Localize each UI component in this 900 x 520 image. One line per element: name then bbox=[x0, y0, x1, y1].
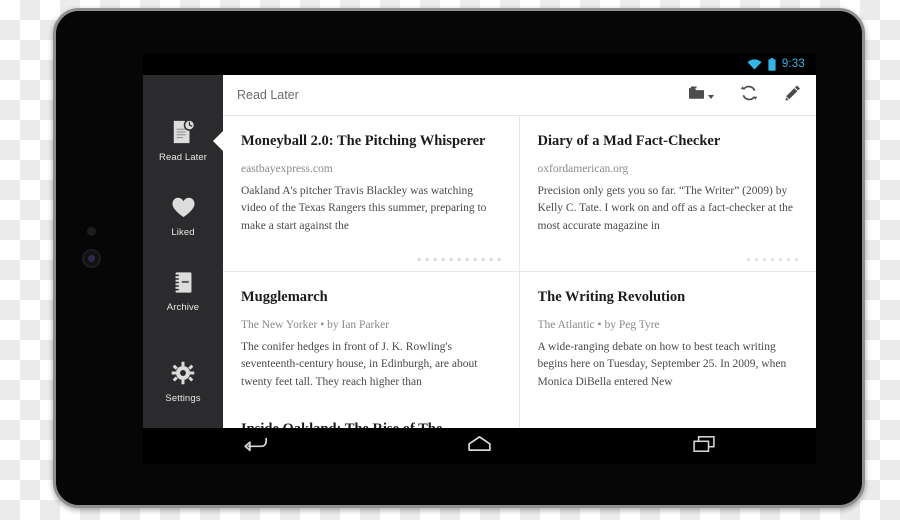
article-title: Moneyball 2.0: The Pitching Whisperer bbox=[241, 133, 486, 149]
article-source: The New Yorker • by Ian Parker bbox=[241, 318, 390, 331]
sidebar-item-label: Settings bbox=[165, 393, 201, 404]
pencil-icon bbox=[784, 84, 802, 107]
article-card[interactable] bbox=[520, 414, 817, 428]
article-source: The Atlantic • by Peg Tyre bbox=[537, 318, 660, 331]
folder-icon bbox=[688, 85, 705, 105]
chevron-down-icon bbox=[708, 94, 714, 99]
article-card[interactable]: Mugglemarch The New Yorker • by Ian Park… bbox=[223, 272, 520, 428]
tablet-device: 9:33 Read Later Liked Archive Settings R… bbox=[53, 8, 865, 508]
gear-icon bbox=[170, 359, 196, 387]
battery-icon bbox=[768, 57, 776, 71]
article-source: oxfordamerican.org bbox=[537, 162, 629, 175]
article-grid-next-row: Inside Oakland: The Rise of The... bbox=[223, 414, 816, 428]
sidebar-item-liked[interactable]: Liked bbox=[143, 183, 223, 248]
notebook-icon bbox=[170, 268, 196, 296]
sidebar-item-archive[interactable]: Archive bbox=[143, 258, 223, 323]
sidebar-item-label: Read Later bbox=[158, 152, 207, 163]
content-area: Read Later Moneyball 2.0: The Pitching W… bbox=[223, 75, 816, 428]
sidebar-item-label: Liked bbox=[171, 227, 195, 238]
length-dot bbox=[497, 257, 501, 261]
front-camera-icon bbox=[82, 249, 101, 268]
proximity-sensor-icon bbox=[87, 227, 96, 236]
length-dot bbox=[425, 257, 429, 261]
app-screen: Read Later Liked Archive Settings Read L… bbox=[143, 75, 816, 428]
home-button[interactable] bbox=[449, 431, 509, 461]
app-toolbar: Read Later bbox=[223, 75, 816, 116]
article-title: Mugglemarch bbox=[241, 289, 328, 305]
length-dot bbox=[762, 257, 766, 261]
article-title: The Writing Revolution bbox=[537, 289, 686, 305]
length-dot bbox=[778, 257, 782, 261]
sidebar: Read Later Liked Archive Settings bbox=[143, 75, 224, 428]
document-clock-icon bbox=[170, 118, 196, 146]
length-dot bbox=[449, 257, 453, 261]
wifi-icon bbox=[747, 58, 762, 70]
status-clock: 9:33 bbox=[781, 58, 805, 70]
article-card[interactable]: The Writing Revolution The Atlantic • by… bbox=[519, 272, 816, 428]
length-dot bbox=[465, 257, 469, 261]
toolbar-actions bbox=[688, 84, 802, 107]
length-dot bbox=[489, 257, 493, 261]
back-button[interactable] bbox=[225, 431, 285, 461]
folder-dropdown-button[interactable] bbox=[688, 85, 714, 105]
length-dot bbox=[481, 257, 485, 261]
article-excerpt: Oakland A's pitcher Travis Blackley was … bbox=[241, 184, 487, 232]
edit-button[interactable] bbox=[784, 84, 802, 107]
length-dot bbox=[794, 257, 798, 261]
article-title: Inside Oakland: The Rise of The... bbox=[241, 421, 519, 428]
article-excerpt: A wide-ranging debate on how to best tea… bbox=[537, 340, 787, 388]
back-arrow-icon bbox=[242, 434, 268, 458]
refresh-icon bbox=[740, 84, 758, 107]
page-title: Read Later bbox=[237, 88, 299, 102]
length-dot bbox=[770, 257, 774, 261]
article-length-dots bbox=[241, 252, 501, 264]
android-status-bar: 9:33 bbox=[143, 53, 816, 75]
sync-button[interactable] bbox=[740, 84, 758, 107]
length-dot bbox=[417, 257, 421, 261]
length-dot bbox=[746, 257, 750, 261]
article-card[interactable]: Inside Oakland: The Rise of The... bbox=[223, 414, 520, 428]
heart-icon bbox=[170, 193, 196, 221]
article-excerpt: Precision only gets you so far. “The Wri… bbox=[537, 184, 794, 232]
length-dot bbox=[786, 257, 790, 261]
article-length-dots bbox=[538, 252, 798, 264]
sidebar-item-settings[interactable]: Settings bbox=[143, 349, 223, 414]
article-title: Diary of a Mad Fact-Checker bbox=[537, 133, 721, 149]
length-dot bbox=[754, 257, 758, 261]
article-card[interactable]: Moneyball 2.0: The Pitching Whisperer ea… bbox=[223, 116, 520, 272]
article-excerpt: The conifer hedges in front of J. K. Row… bbox=[241, 340, 478, 388]
article-source: eastbayexpress.com bbox=[241, 162, 333, 175]
length-dot bbox=[473, 257, 477, 261]
sidebar-item-read-later[interactable]: Read Later bbox=[143, 108, 224, 173]
recent-apps-icon bbox=[692, 435, 716, 458]
sidebar-item-label: Archive bbox=[166, 302, 200, 313]
length-dot bbox=[441, 257, 445, 261]
length-dot bbox=[457, 257, 461, 261]
android-navigation-bar bbox=[143, 428, 816, 464]
recents-button[interactable] bbox=[674, 431, 734, 461]
article-grid: Moneyball 2.0: The Pitching Whisperer ea… bbox=[223, 116, 816, 428]
length-dot bbox=[433, 257, 437, 261]
article-card[interactable]: Diary of a Mad Fact-Checker oxfordameric… bbox=[519, 116, 816, 272]
home-icon bbox=[467, 435, 492, 457]
